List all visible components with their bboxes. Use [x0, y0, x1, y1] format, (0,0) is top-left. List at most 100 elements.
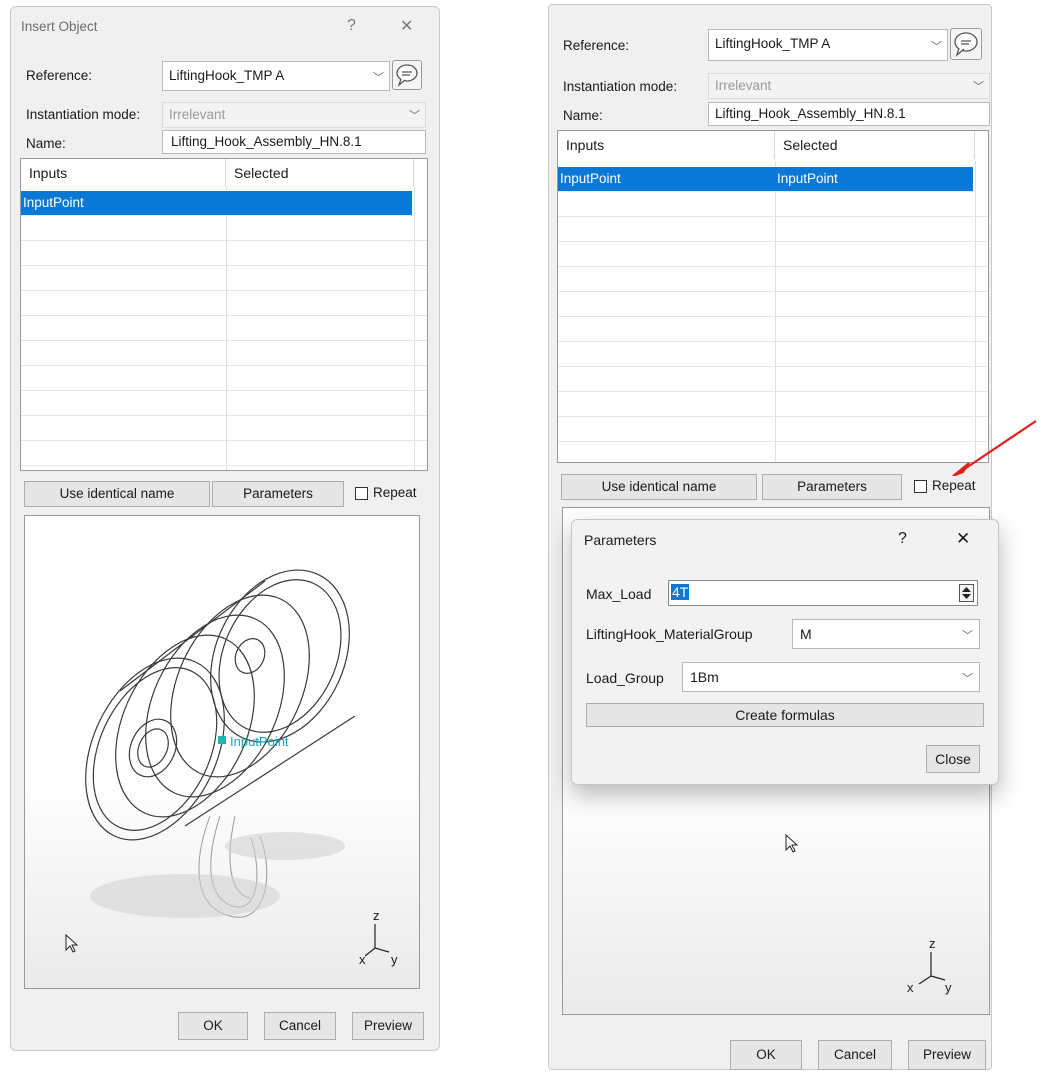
table-row[interactable]: InputPoint InputPoint — [558, 167, 973, 192]
z-axis-label: z — [373, 908, 380, 923]
max-load-spinner[interactable]: 4T — [668, 580, 978, 606]
speech-bubble-icon[interactable] — [392, 60, 422, 90]
repeat-checkbox[interactable] — [355, 487, 368, 500]
reference-label: Reference: — [26, 68, 93, 83]
table-row — [21, 291, 427, 316]
table-row — [558, 392, 988, 417]
instantiation-mode-combo[interactable]: Irrelevant ﹀ — [162, 102, 426, 128]
chevron-down-icon: ﹀ — [962, 630, 973, 642]
create-formulas-button[interactable]: Create formulas — [586, 703, 984, 727]
speech-bubble-icon[interactable] — [950, 28, 982, 60]
selected-column-header[interactable]: Selected — [775, 131, 975, 159]
instantiation-mode-value: Irrelevant — [169, 107, 226, 122]
use-identical-name-button[interactable]: Use identical name — [561, 474, 757, 500]
table-row — [558, 342, 988, 367]
inputs-column-header[interactable]: Inputs — [21, 159, 226, 187]
instantiation-mode-combo[interactable]: Irrelevant ﹀ — [708, 73, 990, 99]
reference-label: Reference: — [563, 38, 630, 53]
load-group-label: Load_Group — [586, 670, 664, 686]
cursor-icon — [65, 934, 79, 953]
table-row — [21, 441, 427, 466]
table-row — [558, 417, 988, 442]
table-row — [558, 267, 988, 292]
y-axis-label: y — [945, 980, 952, 995]
x-axis-label: x — [907, 980, 914, 995]
name-value: Lifting_Hook_Assembly_HN.8.1 — [715, 106, 906, 121]
table-row — [21, 341, 427, 366]
table-row — [558, 217, 988, 242]
close-icon[interactable]: ✕ — [956, 529, 970, 549]
reference-combo[interactable]: LiftingHook_TMP A ﹀ — [162, 61, 390, 91]
reference-value: LiftingHook_TMP A — [169, 68, 285, 83]
x-axis-label: x — [359, 952, 366, 967]
spinner-arrows-icon[interactable] — [959, 584, 974, 602]
preview-button[interactable]: Preview — [352, 1012, 424, 1040]
chevron-down-icon: ﹀ — [931, 41, 942, 53]
reference-combo[interactable]: LiftingHook_TMP A ﹀ — [708, 29, 948, 61]
table-row — [558, 242, 988, 267]
material-group-label: LiftingHook_MaterialGroup — [586, 626, 753, 642]
table-row — [558, 292, 988, 317]
hook-assembly-3d-model: InputPoint — [85, 569, 356, 918]
parameters-close-button[interactable]: Close — [926, 745, 980, 773]
table-row — [21, 266, 427, 291]
use-identical-name-button[interactable]: Use identical name — [24, 481, 210, 507]
instantiation-mode-label: Instantiation mode: — [563, 79, 678, 94]
close-button[interactable]: ✕ — [400, 16, 413, 36]
repeat-label: Repeat — [932, 478, 976, 493]
table-row — [21, 241, 427, 266]
parameters-button[interactable]: Parameters — [762, 474, 902, 500]
chevron-down-icon: ﹀ — [973, 81, 984, 93]
ok-button[interactable]: OK — [178, 1012, 248, 1040]
name-label: Name: — [26, 136, 66, 151]
material-group-combo[interactable]: M ﹀ — [792, 619, 980, 649]
cancel-button[interactable]: Cancel — [818, 1040, 892, 1070]
name-field[interactable]: Lifting_Hook_Assembly_HN.8.1 — [708, 102, 990, 126]
table-row — [21, 316, 427, 341]
parameters-button[interactable]: Parameters — [212, 481, 344, 507]
axis-triad-icon: z x y — [903, 936, 959, 1002]
table-row — [558, 192, 988, 217]
table-row — [21, 366, 427, 391]
y-axis-label: y — [391, 952, 398, 967]
z-axis-label: z — [929, 936, 936, 951]
preview-button[interactable]: Preview — [908, 1040, 986, 1070]
table-row — [558, 442, 988, 462]
chevron-down-icon: ﹀ — [373, 72, 384, 84]
max-load-value: 4T — [671, 584, 690, 600]
chevron-down-icon: ﹀ — [962, 673, 973, 685]
repeat-checkbox[interactable] — [914, 480, 927, 493]
repeat-label: Repeat — [373, 485, 417, 500]
input-cell: InputPoint — [23, 195, 84, 210]
input-cell: InputPoint — [560, 171, 621, 186]
table-row — [21, 416, 427, 441]
instantiation-mode-value: Irrelevant — [715, 78, 772, 93]
name-label: Name: — [563, 108, 603, 123]
chevron-down-icon: ﹀ — [409, 110, 420, 122]
ok-button[interactable]: OK — [730, 1040, 802, 1070]
parameters-dialog: Parameters ? ✕ Max_Load 4T LiftingHook_M… — [571, 519, 999, 785]
inputs-table: Inputs Selected InputPoint — [20, 158, 428, 471]
dialog-title: Insert Object — [21, 19, 98, 34]
preview-viewport[interactable]: InputPoint z x y — [24, 515, 420, 989]
table-row — [558, 367, 988, 392]
annotation-arrow — [952, 420, 1037, 476]
cancel-button[interactable]: Cancel — [264, 1012, 336, 1040]
selected-column-header[interactable]: Selected — [226, 159, 414, 187]
parameters-dialog-title: Parameters — [584, 532, 657, 548]
inputs-table: Inputs Selected InputPoint InputPoint — [557, 130, 989, 463]
name-field[interactable]: Lifting_Hook_Assembly_HN.8.1 — [162, 130, 426, 154]
table-row[interactable]: InputPoint — [21, 191, 412, 216]
input-point-label: InputPoint — [230, 734, 289, 749]
instantiation-mode-label: Instantiation mode: — [26, 107, 141, 122]
max-load-label: Max_Load — [586, 586, 652, 602]
load-group-combo[interactable]: 1Bm ﹀ — [682, 662, 980, 692]
load-group-value: 1Bm — [690, 669, 719, 685]
name-value: Lifting_Hook_Assembly_HN.8.1 — [171, 134, 362, 149]
inputs-column-header[interactable]: Inputs — [558, 131, 775, 159]
cursor-icon — [785, 834, 799, 853]
material-group-value: M — [800, 626, 812, 642]
selected-cell — [226, 191, 228, 215]
help-button[interactable]: ? — [347, 17, 356, 35]
help-button[interactable]: ? — [898, 530, 907, 548]
